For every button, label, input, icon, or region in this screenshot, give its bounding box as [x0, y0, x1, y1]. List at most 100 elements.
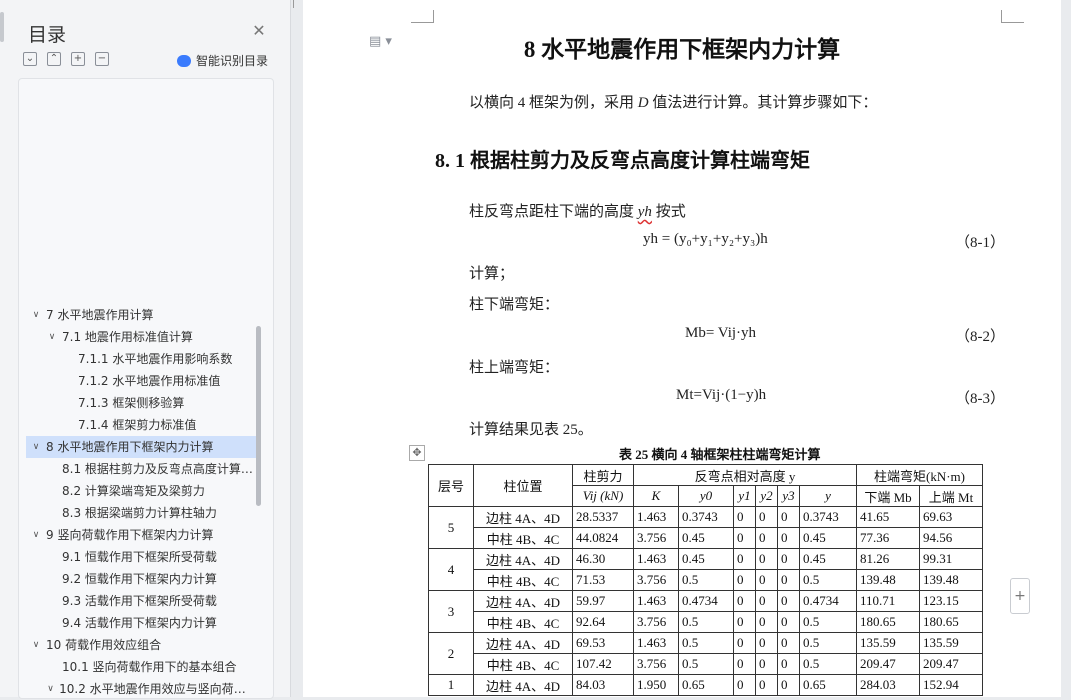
- toc-toolbar: ⌄ ⌃ + −: [23, 52, 109, 66]
- header-y2: y2: [755, 485, 778, 507]
- table-cell: 0: [755, 590, 778, 612]
- toc-item[interactable]: 7.1.2 水平地震作用标准值: [26, 370, 256, 392]
- p1-yh-symbol: yh: [637, 204, 652, 220]
- table-cell: 71.53: [572, 569, 634, 591]
- toc-item[interactable]: 8.2 计算梁端弯矩及梁剪力: [26, 480, 256, 502]
- intro-d-symbol: D: [637, 95, 649, 111]
- toc-item[interactable]: ∨ 7 水平地震作用计算: [26, 304, 256, 326]
- table-cell: 0: [777, 632, 800, 654]
- toc-item[interactable]: 7.1.3 框架侧移验算: [26, 392, 256, 414]
- toc-item[interactable]: 9.4 活载作用下框架内力计算: [26, 612, 256, 634]
- header-y1: y1: [733, 485, 756, 507]
- close-icon[interactable]: ✕: [250, 22, 268, 40]
- table-cell: 0.65: [678, 674, 734, 696]
- toc-item-label: 7.1.3 框架侧移验算: [78, 396, 185, 410]
- table-cell: 0: [733, 590, 756, 612]
- table-cell: 139.48: [856, 569, 920, 591]
- header-y3: y3: [777, 485, 800, 507]
- table-cell: 0: [733, 569, 756, 591]
- table-cell: 0: [777, 527, 800, 549]
- table-body: 5 边柱 4A、4D 28.5337 1.463 0.3743 0 0 0 0.3743 41.6…: [428, 506, 983, 696]
- smart-toc-button[interactable]: 智能识别目录: [177, 52, 268, 69]
- table-cell: 3.756: [633, 527, 679, 549]
- chevron-down-icon[interactable]: ∨: [46, 326, 58, 348]
- table-cell: 边柱 4A、4D: [473, 632, 573, 654]
- toc-item[interactable]: 7.1.1 水平地震作用影响系数: [26, 348, 256, 370]
- toc-scrollbar[interactable]: [256, 326, 261, 506]
- toc-item-label: 8 水平地震作用下框架内力计算: [46, 440, 214, 454]
- table-row: 中柱 4B、4C 92.64 3.756 0.5 0 0 0 0.5 180.65 180.65: [429, 611, 983, 633]
- toc-item[interactable]: 9.1 恒载作用下框架所受荷载: [26, 546, 256, 568]
- equation-number-8-1: （8-1）: [955, 235, 1005, 251]
- toc-item-label: 7 水平地震作用计算: [46, 308, 154, 322]
- formula-8-3: Mt=Vij·(1−y)h: [676, 387, 767, 403]
- table-row: 中柱 4B、4C 44.0824 3.756 0.45 0 0 0 0.45 77.36 94.5…: [429, 527, 983, 549]
- sidebar-rail[interactable]: [0, 12, 4, 42]
- formula-8-1: yh = (y₀+y₁+y₂+y₃)h: [643, 231, 768, 247]
- table-cell: 0: [733, 548, 756, 570]
- table-cell: 81.26: [856, 548, 920, 570]
- plus-icon[interactable]: +: [1010, 578, 1030, 614]
- table-cell: 0: [755, 674, 778, 696]
- toc-item-label: 9.2 恒载作用下框架内力计算: [62, 572, 217, 586]
- header-top-moment: 上端 Mt: [919, 485, 983, 507]
- toc-item[interactable]: ∨ 9 竖向荷载作用下框架内力计算: [26, 524, 256, 546]
- paragraph-bottom-moment: 柱下端弯矩：: [469, 297, 560, 313]
- table-cell: 0: [777, 653, 800, 675]
- table-cell: 284.03: [856, 674, 920, 696]
- collapse-all-icon[interactable]: ⌄: [23, 52, 37, 66]
- table-cell: 94.56: [919, 527, 983, 549]
- expand-up-icon[interactable]: ⌃: [47, 52, 61, 66]
- toc-item[interactable]: 7.1.4 框架剪力标准值: [26, 414, 256, 436]
- move-handle-icon[interactable]: ✥: [409, 445, 425, 461]
- table-cell: 1.463: [633, 632, 679, 654]
- table-cell: 0.5: [678, 611, 734, 633]
- toc-item[interactable]: ∨ 8 水平地震作用下框架内力计算: [26, 436, 256, 458]
- table-row: 中柱 4B、4C 107.42 3.756 0.5 0 0 0 0.5 209.47 209.47: [429, 653, 983, 675]
- toc-item-label: 9 竖向荷载作用下框架内力计算: [46, 528, 214, 542]
- toc-item-label: 7.1.4 框架剪力标准值: [78, 418, 197, 432]
- table-row: 3 边柱 4A、4D 59.97 1.463 0.4734 0 0 0 0.4734 110.71…: [428, 590, 983, 633]
- header-moment: 柱端弯矩(kN·m): [856, 464, 983, 486]
- table-cell: 边柱 4A、4D: [473, 506, 573, 528]
- toc-item[interactable]: 9.2 恒载作用下框架内力计算: [26, 568, 256, 590]
- toc-item[interactable]: 9.3 活载作用下框架所受荷载: [26, 590, 256, 612]
- chevron-down-icon[interactable]: ∨: [30, 304, 42, 326]
- table-cell: 123.15: [919, 590, 983, 612]
- toc-item-label: 10.1 竖向荷载作用下的基本组合: [62, 660, 237, 674]
- moment-table[interactable]: 层号 柱位置 柱剪力 反弯点相对高度 y 柱端弯矩(kN·m) Vij (kN)…: [428, 464, 983, 696]
- chevron-down-icon[interactable]: ∨: [30, 436, 42, 458]
- toc-item-label: 8.3 根据梁端剪力计算柱轴力: [62, 506, 217, 520]
- intro-paragraph: 以横向 4 框架为例，采用 D 值法进行计算。其计算步骤如下：: [469, 91, 877, 112]
- table-cell: 135.59: [919, 632, 983, 654]
- plus-icon[interactable]: +: [71, 52, 85, 66]
- table-cell: 0: [755, 653, 778, 675]
- header-y: y: [799, 485, 857, 507]
- layer-cell: 2: [428, 632, 474, 675]
- header-y0: y0: [678, 485, 734, 507]
- chevron-down-icon[interactable]: ∨: [30, 524, 42, 546]
- toc-item[interactable]: 10.1 竖向荷载作用下的基本组合: [26, 656, 256, 678]
- toc-item[interactable]: ∨ 7.1 地震作用标准值计算: [26, 326, 256, 348]
- chevron-down-icon[interactable]: ∨: [30, 634, 42, 656]
- intro-text-a: 以横向 4 框架为例，采用: [469, 95, 638, 111]
- table-cell: 0.5: [678, 632, 734, 654]
- smart-toc-label: 智能识别目录: [196, 54, 269, 68]
- toc-item-label: 9.1 恒载作用下框架所受荷载: [62, 550, 217, 564]
- margin-corner-top-left: [411, 10, 434, 23]
- table-row: 4 边柱 4A、4D 46.30 1.463 0.45 0 0 0 0.45 81.26 99.31: [428, 548, 983, 591]
- toc-item[interactable]: ∨ 10 荷载作用效应组合: [26, 634, 256, 656]
- toc-item-label: 7.1.2 水平地震作用标准值: [78, 374, 221, 388]
- table-cell: 0: [755, 548, 778, 570]
- table-cell: 152.94: [919, 674, 983, 696]
- toc-item[interactable]: 8.1 根据柱剪力及反弯点高度计算柱端弯矩: [26, 458, 256, 480]
- toc-item[interactable]: 8.3 根据梁端剪力计算柱轴力: [26, 502, 256, 524]
- p1-text-b: 按式: [651, 204, 686, 220]
- table-cell: 0: [733, 653, 756, 675]
- paragraph-results: 计算结果见表 25。: [469, 422, 593, 438]
- toc-item-label: 8.2 计算梁端弯矩及梁剪力: [62, 484, 205, 498]
- minus-icon[interactable]: −: [95, 52, 109, 66]
- table-cell: 69.63: [919, 506, 983, 528]
- table-cell: 0: [733, 632, 756, 654]
- document-page[interactable]: ▤ ▾ 8 水平地震作用下框架内力计算 以横向 4 框架为例，采用 D 值法进行…: [303, 0, 1061, 697]
